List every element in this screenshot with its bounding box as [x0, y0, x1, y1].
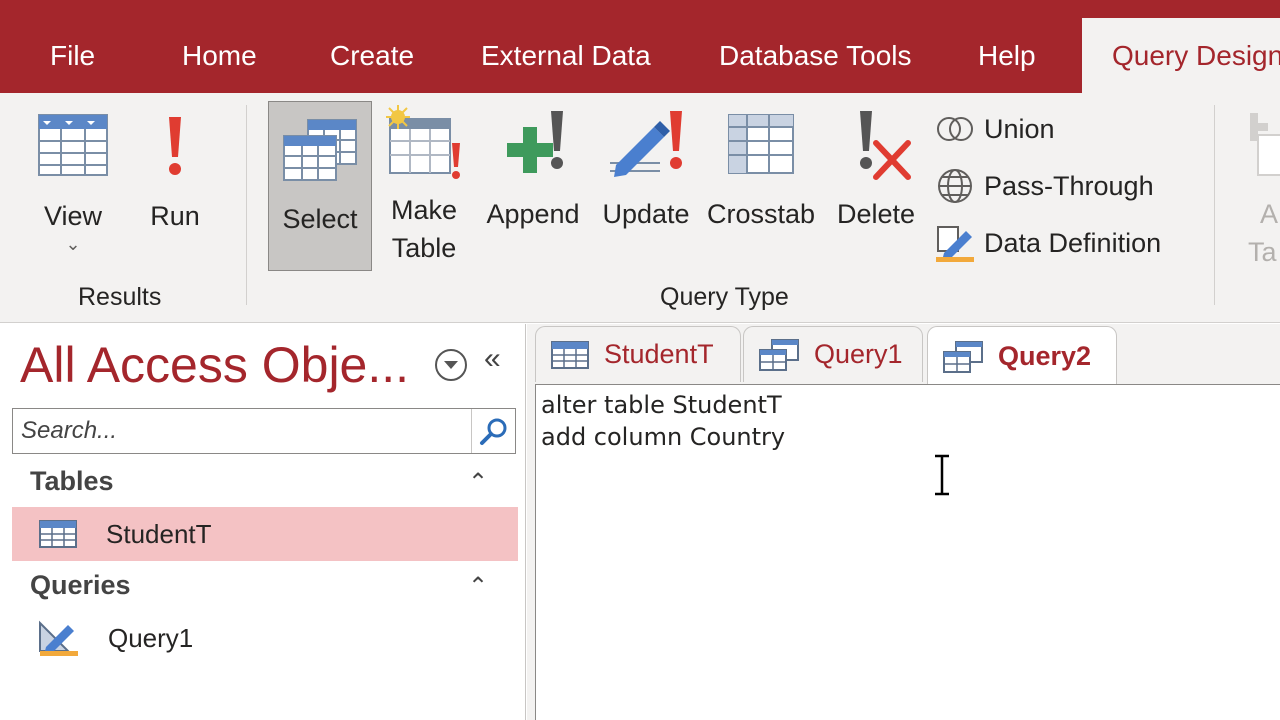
sql-editor[interactable]: alter table StudentT add column Country — [535, 384, 1280, 720]
query-tables-icon — [759, 338, 799, 371]
nav-item-label: StudentT — [106, 518, 212, 549]
tab-help[interactable]: Help — [978, 36, 1036, 76]
data-definition-button[interactable]: Data Definition — [934, 221, 1161, 265]
group-separator — [246, 105, 247, 305]
doc-tab-query1[interactable]: Query1 — [743, 326, 923, 382]
chevron-down-icon[interactable]: ⌄ — [30, 235, 116, 253]
view-label: View — [43, 201, 103, 231]
crosstab-button[interactable]: Crosstab — [704, 107, 818, 233]
delete-x-icon — [860, 111, 911, 180]
pass-through-button[interactable]: Pass-Through — [934, 164, 1154, 208]
run-label: Run — [150, 201, 200, 231]
table-icon — [551, 340, 589, 369]
union-label: Union — [984, 113, 1055, 144]
group-separator — [1214, 105, 1215, 305]
query-type-group-label: Query Type — [660, 283, 789, 311]
query-tables-icon — [943, 340, 983, 373]
add-tables-icon — [1250, 113, 1280, 176]
datasheet-view-icon — [38, 114, 108, 176]
nav-item-label: Query1 — [108, 622, 194, 653]
data-definition-label: Data Definition — [984, 227, 1162, 258]
tables-section-header[interactable]: Tables — [30, 466, 114, 497]
query-icon — [39, 620, 78, 656]
add-tables-button[interactable]: A Ta — [1244, 107, 1280, 271]
doc-tab-studentt[interactable]: StudentT — [535, 326, 741, 382]
sql-line-2: add column Country — [541, 423, 786, 451]
view-button[interactable]: View ⌄ — [30, 111, 116, 253]
tab-external-data[interactable]: External Data — [481, 36, 651, 76]
select-label: Select — [282, 204, 358, 234]
queries-section-header[interactable]: Queries — [30, 570, 131, 601]
nav-item-query1[interactable]: Query1 — [12, 611, 518, 665]
union-rings-icon — [937, 117, 973, 141]
doc-tab-label: StudentT — [604, 339, 714, 369]
sql-line-1: alter table StudentT — [541, 391, 782, 419]
collapse-pane-icon[interactable]: « — [484, 342, 501, 376]
run-exclamation-icon — [169, 117, 181, 175]
pass-through-label: Pass-Through — [984, 170, 1154, 201]
ribbon-tab-bar: File Home Create External Data Database … — [0, 0, 1280, 93]
crosstab-label: Crosstab — [706, 199, 816, 229]
collapse-section-icon[interactable]: ⌃ — [468, 468, 488, 497]
collapse-section-icon[interactable]: ⌃ — [468, 572, 488, 601]
tab-query-design[interactable]: Query Design — [1082, 18, 1280, 93]
select-query-icon — [283, 119, 357, 181]
data-definition-icon — [936, 226, 974, 262]
update-label: Update — [602, 199, 690, 229]
search-button[interactable] — [471, 409, 515, 453]
make-table-button[interactable]: Make Table — [384, 105, 464, 267]
nav-dropdown-icon[interactable] — [434, 348, 468, 382]
add-tables-label-2: Ta — [1248, 237, 1277, 267]
crosstab-icon — [728, 114, 794, 174]
tab-create[interactable]: Create — [330, 36, 414, 76]
ribbon: View ⌄ Run Results Select Make Table App… — [0, 93, 1280, 323]
document-area: StudentT Query1 Query2 alter table Stude… — [527, 324, 1280, 720]
delete-label: Delete — [836, 199, 916, 229]
globe-icon — [938, 169, 972, 203]
doc-tab-label: Query1 — [814, 339, 903, 369]
make-table-label-2: Table — [391, 233, 457, 263]
text-cursor-icon — [935, 454, 949, 496]
append-button[interactable]: Append — [480, 107, 586, 233]
delete-button[interactable]: Delete — [832, 107, 920, 233]
tab-file[interactable]: File — [50, 36, 95, 76]
doc-tab-query2[interactable]: Query2 — [927, 326, 1117, 386]
tab-home[interactable]: Home — [182, 36, 257, 76]
search-box — [12, 408, 516, 454]
doc-tab-label: Query2 — [998, 341, 1092, 371]
append-plus-icon — [507, 111, 563, 173]
make-table-label-1: Make — [390, 195, 458, 225]
search-input[interactable] — [13, 409, 471, 453]
table-icon — [39, 520, 77, 548]
update-pencil-icon — [610, 111, 682, 177]
navigation-pane: All Access Obje... « Tables ⌃ StudentT Q… — [0, 324, 526, 720]
update-button[interactable]: Update — [598, 107, 694, 233]
append-label: Append — [486, 199, 580, 229]
nav-item-studentt[interactable]: StudentT — [12, 507, 518, 561]
search-icon — [479, 418, 506, 445]
results-group-label: Results — [78, 283, 162, 311]
add-tables-label-1: A — [1260, 199, 1279, 229]
tab-database-tools[interactable]: Database Tools — [719, 36, 912, 76]
union-button[interactable]: Union — [934, 107, 1055, 151]
make-table-icon — [386, 105, 460, 179]
run-button[interactable]: Run — [140, 111, 210, 235]
select-query-button[interactable]: Select — [268, 101, 372, 271]
nav-pane-title[interactable]: All Access Obje... — [20, 336, 409, 394]
